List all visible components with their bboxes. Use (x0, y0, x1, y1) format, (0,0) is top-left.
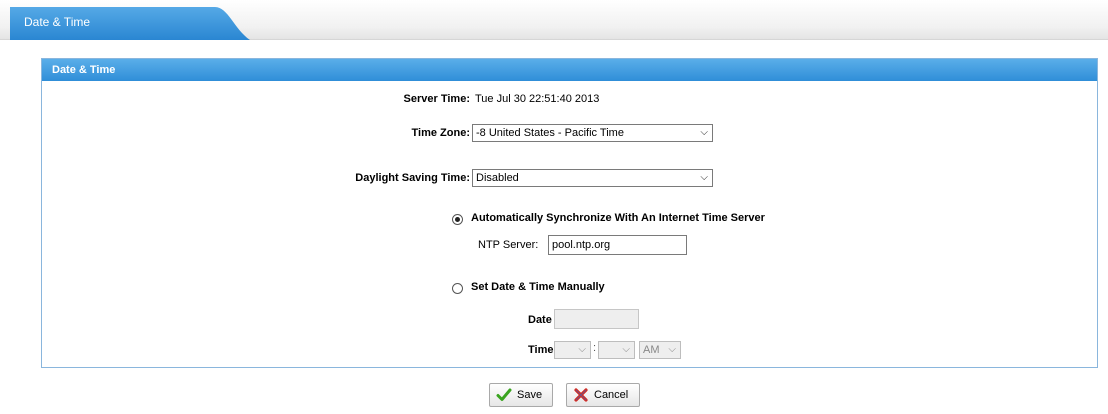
server-time-value: Tue Jul 30 22:51:40 2013 (475, 93, 600, 105)
chevron-down-icon: ⌵ (700, 172, 708, 183)
ampm-select[interactable]: AM ⌵ (639, 341, 681, 359)
save-button[interactable]: Save (489, 383, 553, 407)
ntp-server-value: pool.ntp.org (552, 239, 611, 251)
time-zone-select[interactable]: -8 United States - Pacific Time ⌵ (472, 124, 713, 142)
ntp-server-input[interactable]: pool.ntp.org (548, 235, 687, 255)
ntp-server-label: NTP Server: (478, 239, 539, 251)
save-label: Save (517, 389, 543, 401)
x-icon (574, 388, 588, 402)
cancel-button[interactable]: Cancel (566, 383, 640, 407)
dst-row: Daylight Saving Time: Disabled ⌵ (42, 169, 1097, 187)
time-separator: : (593, 342, 597, 354)
manual-label: Set Date & Time Manually (471, 281, 605, 293)
server-time-row: Server Time: Tue Jul 30 22:51:40 2013 (42, 90, 1097, 108)
panel-title: Date & Time (42, 59, 1097, 81)
date-label: Date (528, 314, 552, 326)
chevron-down-icon: ⌵ (700, 127, 708, 138)
manual-radio[interactable] (452, 283, 463, 294)
dst-label: Daylight Saving Time: (355, 172, 470, 184)
dst-selected: Disabled (476, 172, 519, 184)
tab-label: Date & Time (24, 15, 91, 29)
check-icon (496, 388, 512, 401)
tab-bar: Date & Time (0, 0, 1108, 40)
hour-select[interactable]: ⌵ (554, 341, 591, 359)
time-label: Time (528, 344, 554, 356)
date-time-panel: Date & Time Server Time: Tue Jul 30 22:5… (41, 58, 1098, 368)
auto-sync-radio[interactable] (452, 214, 463, 225)
time-zone-row: Time Zone: -8 United States - Pacific Ti… (42, 124, 1097, 142)
date-input[interactable] (554, 309, 639, 329)
minute-select[interactable]: ⌵ (598, 341, 635, 359)
chevron-down-icon: ⌵ (578, 344, 586, 355)
dst-select[interactable]: Disabled ⌵ (472, 169, 713, 187)
ampm-selected: AM (643, 344, 660, 356)
chevron-down-icon: ⌵ (668, 344, 676, 355)
cancel-label: Cancel (594, 389, 629, 401)
server-time-label: Server Time: (403, 93, 470, 105)
auto-sync-label: Automatically Synchronize With An Intern… (471, 212, 765, 224)
time-zone-label: Time Zone: (411, 127, 470, 139)
chevron-down-icon: ⌵ (622, 344, 630, 355)
time-zone-selected: -8 United States - Pacific Time (476, 127, 624, 139)
